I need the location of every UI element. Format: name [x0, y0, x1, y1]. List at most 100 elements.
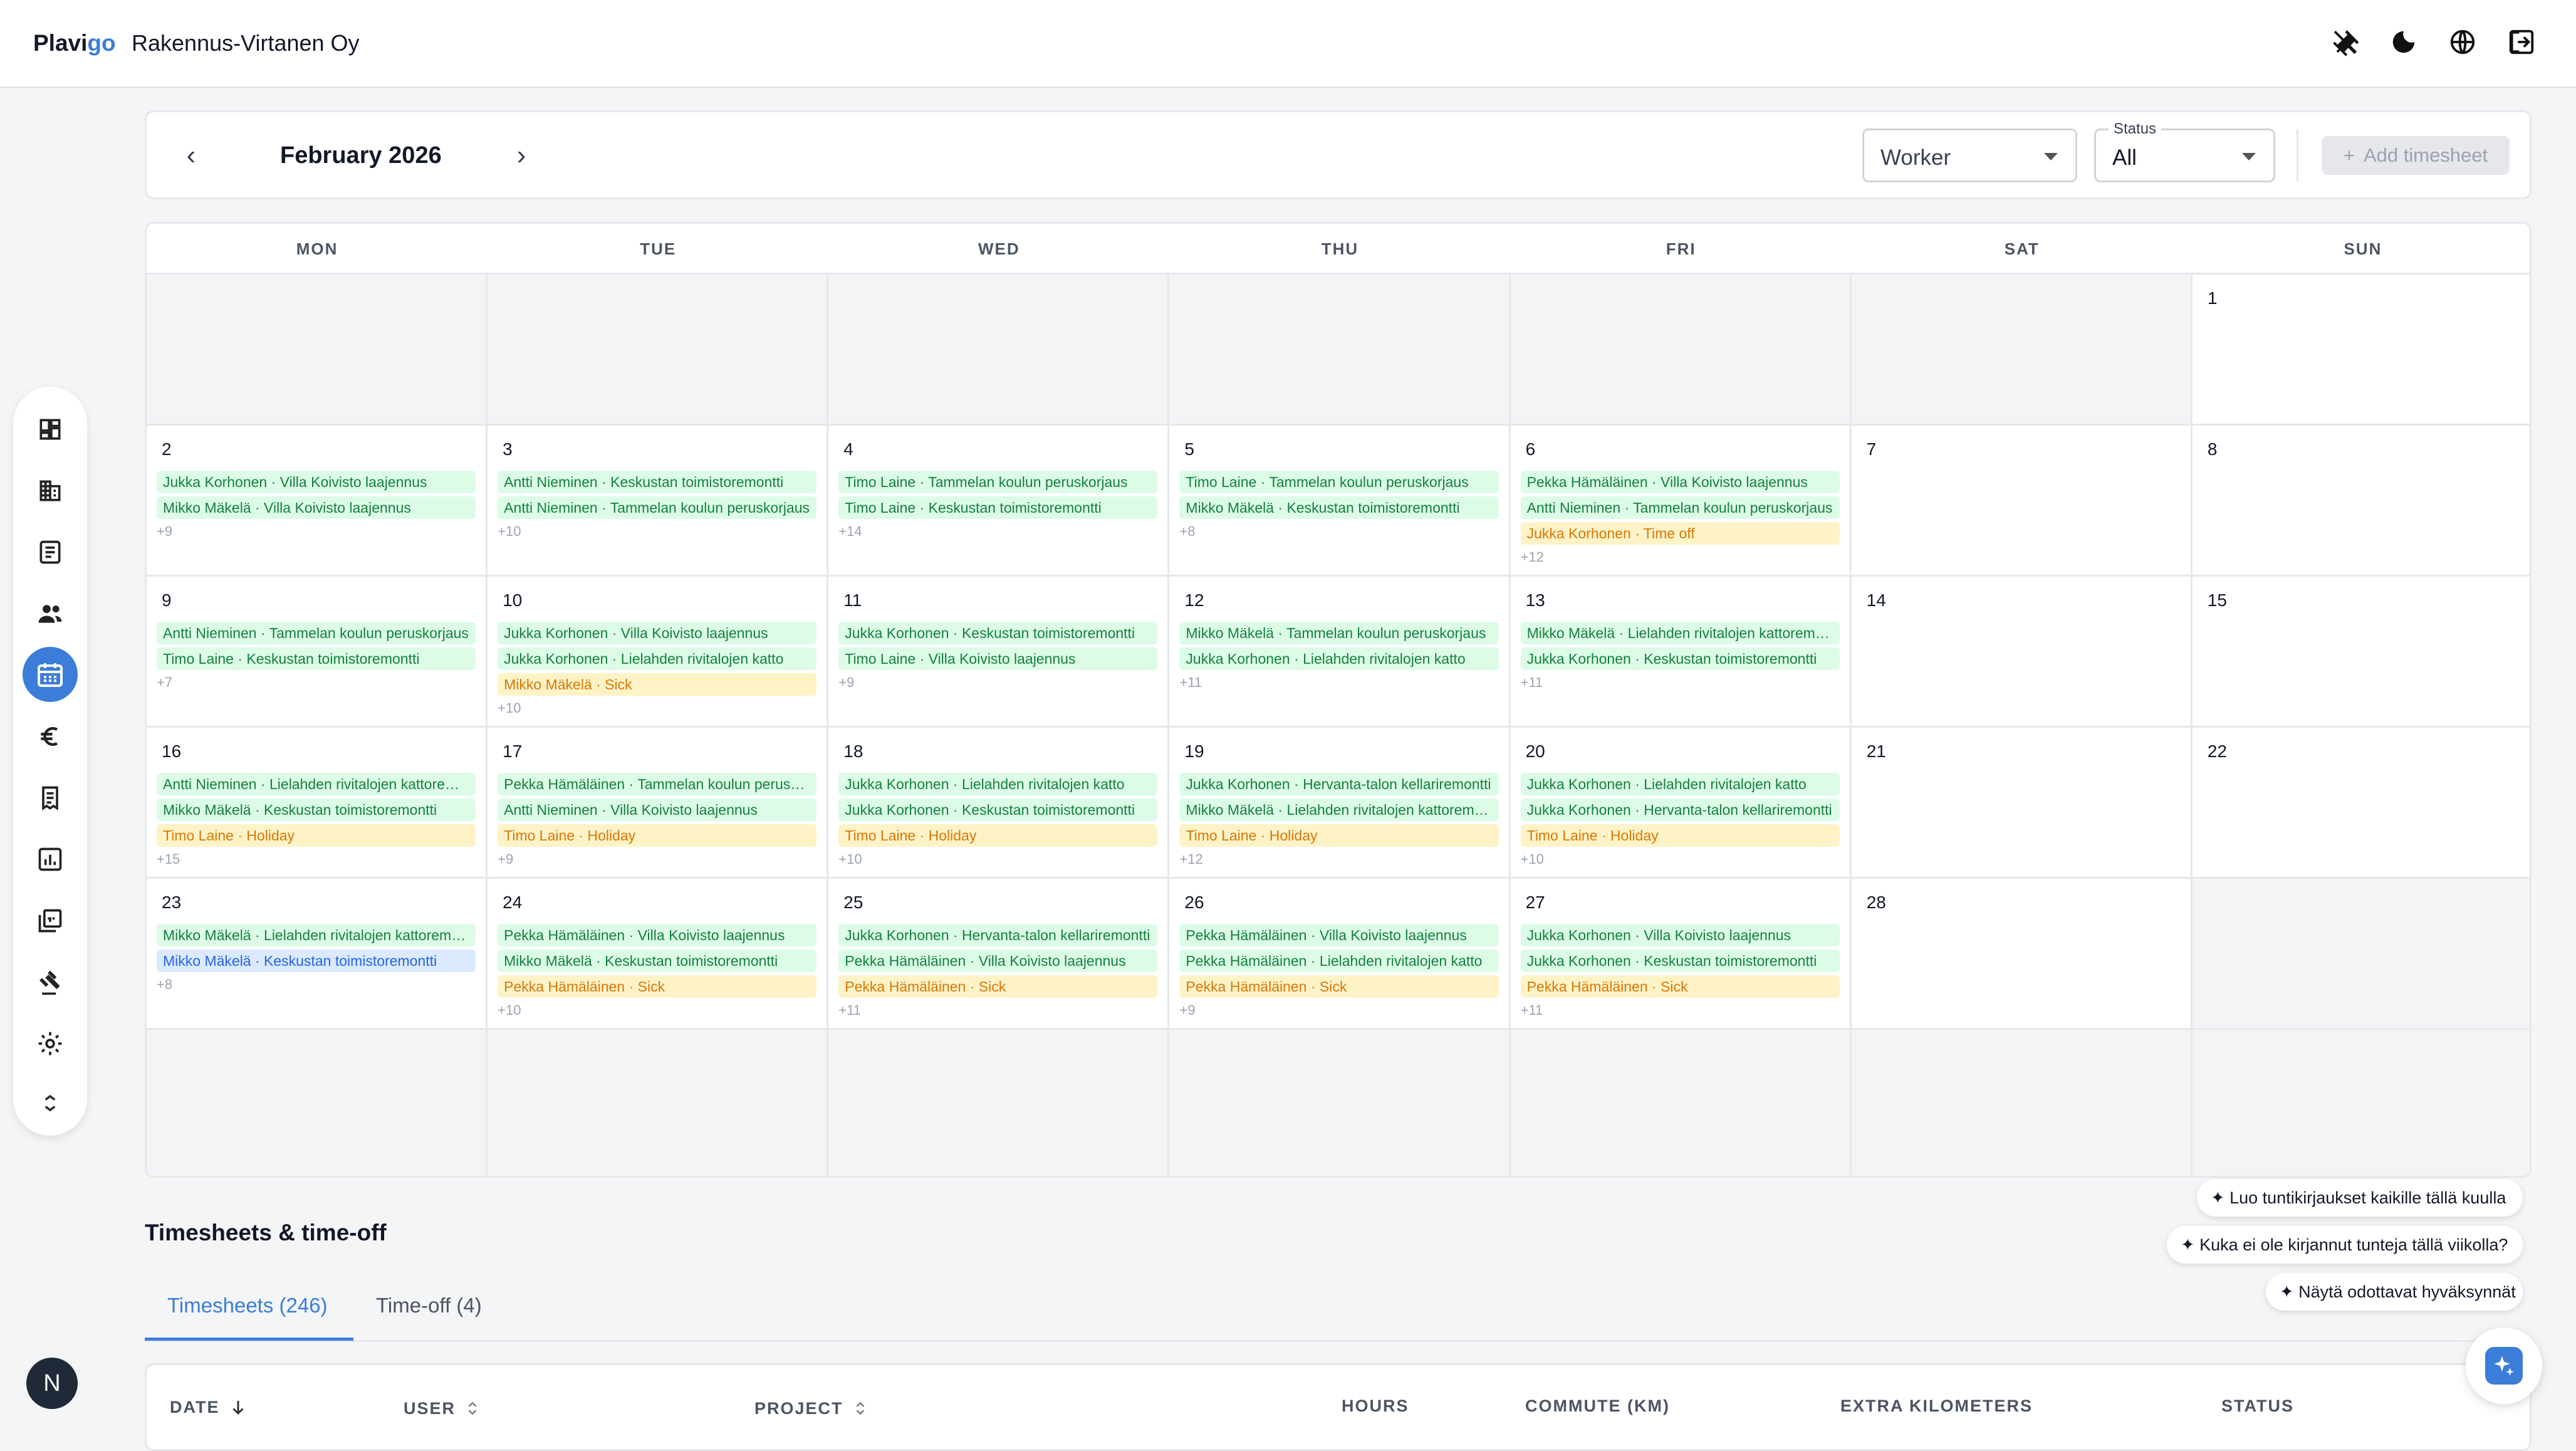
timesheet-entry[interactable]: Pekka Hämäläinen · Villa Koivisto laajen…	[1179, 924, 1499, 946]
ai-suggestion-chip[interactable]: ✦ Kuka ei ole kirjannut tunteja tällä vi…	[2167, 1226, 2523, 1264]
timesheet-entry[interactable]: Jukka Korhonen · Villa Koivisto laajennu…	[157, 471, 476, 493]
more-entries-link[interactable]: +11	[1179, 674, 1202, 691]
dark-mode-icon[interactable]	[2388, 26, 2419, 58]
timesheet-entry[interactable]: Jukka Korhonen · Lielahden rivitalojen k…	[498, 647, 817, 670]
column-date[interactable]: DATE	[170, 1396, 248, 1418]
user-avatar[interactable]: N	[26, 1358, 78, 1409]
column-extra-kilometers[interactable]: EXTRA KILOMETERS	[1840, 1396, 2033, 1416]
collapse-chevrons-icon[interactable]	[29, 1082, 71, 1124]
timesheet-entry[interactable]: Mikko Mäkelä · Keskustan toimistoremontt…	[157, 799, 476, 821]
logout-icon[interactable]	[2506, 26, 2537, 58]
calendar-day-cell[interactable]: 13 Mikko Mäkelä · Lielahden rivitalojen k…	[1510, 577, 1852, 728]
ai-suggestion-chip[interactable]: ✦ Luo tuntikirjaukset kaikille tällä kuu…	[2197, 1179, 2523, 1217]
timesheet-entry[interactable]: Jukka Korhonen · Lielahden rivitalojen k…	[838, 773, 1158, 795]
projects-document-icon[interactable]	[29, 532, 71, 573]
add-timesheet-button[interactable]: + Add timesheet	[2322, 136, 2510, 175]
previous-month-button[interactable]: ‹	[175, 140, 207, 171]
status-filter-select[interactable]: Status All	[2094, 120, 2275, 182]
calendar-day-cell[interactable]: 14	[1851, 577, 2193, 728]
timesheet-entry[interactable]: Mikko Mäkelä · Keskustan toimistoremontt…	[157, 950, 476, 972]
calendar-day-cell[interactable]: 10 Jukka Korhonen · Villa Koivisto laajen…	[488, 577, 829, 728]
timesheet-entry[interactable]: Pekka Hämäläinen · Villa Koivisto laajen…	[838, 950, 1158, 972]
company-building-icon[interactable]	[29, 470, 71, 511]
time-off-entry[interactable]: Pekka Hämäläinen · Sick	[1179, 975, 1499, 998]
timesheet-entry[interactable]: Pekka Hämäläinen · Villa Koivisto laajen…	[1520, 471, 1840, 493]
more-entries-link[interactable]: +7	[157, 674, 172, 691]
calendar-day-cell[interactable]: 9 Antti Nieminen · Tammelan koulun perusk…	[147, 577, 488, 728]
calendar-day-cell[interactable]: 24 Pekka Hämäläinen · Villa Koivisto laaj…	[488, 879, 829, 1030]
column-status[interactable]: STATUS	[2221, 1396, 2294, 1416]
timesheet-entry[interactable]: Jukka Korhonen · Keskustan toimistoremon…	[1520, 647, 1840, 670]
timesheet-entry[interactable]: Mikko Mäkelä · Lielahden rivitalojen kat…	[1179, 799, 1499, 821]
timesheet-entry[interactable]: Jukka Korhonen · Hervanta-talon kellarir…	[1520, 799, 1840, 821]
timesheet-entry[interactable]: Mikko Mäkelä · Lielahden rivitalojen kat…	[1520, 622, 1840, 644]
timesheet-entry[interactable]: Jukka Korhonen · Hervanta-talon kellarir…	[838, 924, 1158, 946]
timesheet-entry[interactable]: Jukka Korhonen · Lielahden rivitalojen k…	[1520, 773, 1840, 795]
reports-chart-icon[interactable]	[29, 839, 71, 880]
calendar-day-cell[interactable]: 7	[1851, 426, 2193, 577]
calendar-day-cell[interactable]: 21	[1851, 728, 2193, 879]
calendar-day-cell[interactable]: 18 Jukka Korhonen · Lielahden rivitalojen…	[828, 728, 1170, 879]
timesheet-entry[interactable]: Jukka Korhonen · Keskustan toimistoremon…	[838, 622, 1158, 644]
timesheet-entry[interactable]: Pekka Hämäläinen · Tammelan koulun perus…	[498, 773, 817, 795]
timesheet-entry[interactable]: Jukka Korhonen · Villa Koivisto laajennu…	[1520, 924, 1840, 946]
calendar-day-cell[interactable]: 25 Jukka Korhonen · Hervanta-talon kellar…	[828, 879, 1170, 1030]
worker-filter-select[interactable]: Worker	[1862, 128, 2077, 182]
column-project[interactable]: PROJECT	[754, 1396, 868, 1420]
calendar-day-cell[interactable]: 4 Timo Laine · Tammelan koulun peruskorja…	[828, 426, 1170, 577]
calendar-icon[interactable]	[23, 647, 78, 702]
legal-gavel-icon[interactable]	[29, 961, 71, 1003]
tools-icon[interactable]	[2329, 26, 2360, 58]
calendar-day-cell[interactable]: 19 Jukka Korhonen · Hervanta-talon kellar…	[1169, 728, 1511, 879]
timesheet-entry[interactable]: Antti Nieminen · Lielahden rivitalojen k…	[157, 773, 476, 795]
timesheet-entry[interactable]: Mikko Mäkelä · Tammelan koulun peruskorj…	[1179, 622, 1499, 644]
more-entries-link[interactable]: +8	[157, 977, 172, 993]
calendar-day-cell[interactable]: 28	[1851, 879, 2193, 1030]
more-entries-link[interactable]: +15	[157, 851, 180, 867]
timesheet-entry[interactable]: Mikko Mäkelä · Keskustan toimistoremontt…	[1179, 496, 1499, 519]
more-entries-link[interactable]: +9	[1179, 1002, 1195, 1019]
dashboard-icon[interactable]	[29, 409, 71, 450]
timesheet-entry[interactable]: Timo Laine · Keskustan toimistoremontti	[157, 647, 476, 670]
timesheet-entry[interactable]: Jukka Korhonen · Keskustan toimistoremon…	[838, 799, 1158, 821]
ai-assistant-button[interactable]	[2466, 1328, 2542, 1404]
timesheet-entry[interactable]: Jukka Korhonen · Villa Koivisto laajennu…	[498, 622, 817, 644]
column-hours[interactable]: HOURS	[1342, 1396, 1409, 1416]
column-commute[interactable]: COMMUTE (KM)	[1525, 1396, 1670, 1416]
calendar-day-cell[interactable]: 2 Jukka Korhonen · Villa Koivisto laajenn…	[147, 426, 488, 577]
calendar-day-cell[interactable]: 16 Antti Nieminen · Lielahden rivitalojen…	[147, 728, 488, 879]
timesheet-entry[interactable]: Jukka Korhonen · Hervanta-talon kellarir…	[1179, 773, 1499, 795]
more-entries-link[interactable]: +12	[1179, 851, 1202, 867]
more-entries-link[interactable]: +10	[498, 700, 521, 716]
time-off-entry[interactable]: Timo Laine · Holiday	[1179, 824, 1499, 847]
more-entries-link[interactable]: +9	[157, 523, 172, 540]
timesheet-entry[interactable]: Timo Laine · Keskustan toimistoremontti	[838, 496, 1158, 519]
calendar-day-cell[interactable]: 17 Pekka Hämäläinen · Tammelan koulun per…	[488, 728, 829, 879]
calendar-day-cell[interactable]: 6 Pekka Hämäläinen · Villa Koivisto laaje…	[1510, 426, 1852, 577]
timesheet-entry[interactable]: Pekka Hämäläinen · Lielahden rivitalojen…	[1179, 950, 1499, 972]
calendar-day-cell[interactable]: 23 Mikko Mäkelä · Lielahden rivitalojen k…	[147, 879, 488, 1030]
settings-gear-icon[interactable]	[29, 1023, 71, 1064]
more-entries-link[interactable]: +10	[498, 1002, 521, 1019]
more-entries-link[interactable]: +9	[838, 674, 854, 691]
euro-icon[interactable]	[29, 716, 71, 757]
timesheet-entry[interactable]: Pekka Hämäläinen · Villa Koivisto laajen…	[498, 924, 817, 946]
time-off-entry[interactable]: Pekka Hämäläinen · Sick	[1520, 975, 1840, 998]
timesheet-entry[interactable]: Mikko Mäkelä · Keskustan toimistoremontt…	[498, 950, 817, 972]
more-entries-link[interactable]: +8	[1179, 523, 1195, 540]
next-month-button[interactable]: ›	[506, 140, 537, 171]
tab-timesheets[interactable]: Timesheets (246)	[167, 1294, 328, 1317]
timesheet-entry[interactable]: Mikko Mäkelä · Lielahden rivitalojen kat…	[157, 924, 476, 946]
calendar-day-cell[interactable]: 15	[2192, 577, 2530, 728]
calendar-day-cell[interactable]: 8	[2192, 426, 2530, 577]
time-off-entry[interactable]: Pekka Hämäläinen · Sick	[838, 975, 1158, 998]
calendar-day-cell[interactable]: 27 Jukka Korhonen · Villa Koivisto laajen…	[1510, 879, 1852, 1030]
more-entries-link[interactable]: +10	[1521, 851, 1544, 867]
time-off-entry[interactable]: Mikko Mäkelä · Sick	[498, 673, 817, 696]
more-entries-link[interactable]: +11	[1521, 1002, 1543, 1019]
timesheet-entry[interactable]: Antti Nieminen · Keskustan toimistoremon…	[498, 471, 817, 493]
ai-suggestion-chip[interactable]: ✦ Näytä odottavat hyväksynnät	[2266, 1273, 2523, 1311]
timesheet-entry[interactable]: Antti Nieminen · Tammelan koulun perusko…	[498, 496, 817, 519]
more-entries-link[interactable]: +10	[498, 523, 521, 540]
time-off-entry[interactable]: Pekka Hämäläinen · Sick	[498, 975, 817, 998]
